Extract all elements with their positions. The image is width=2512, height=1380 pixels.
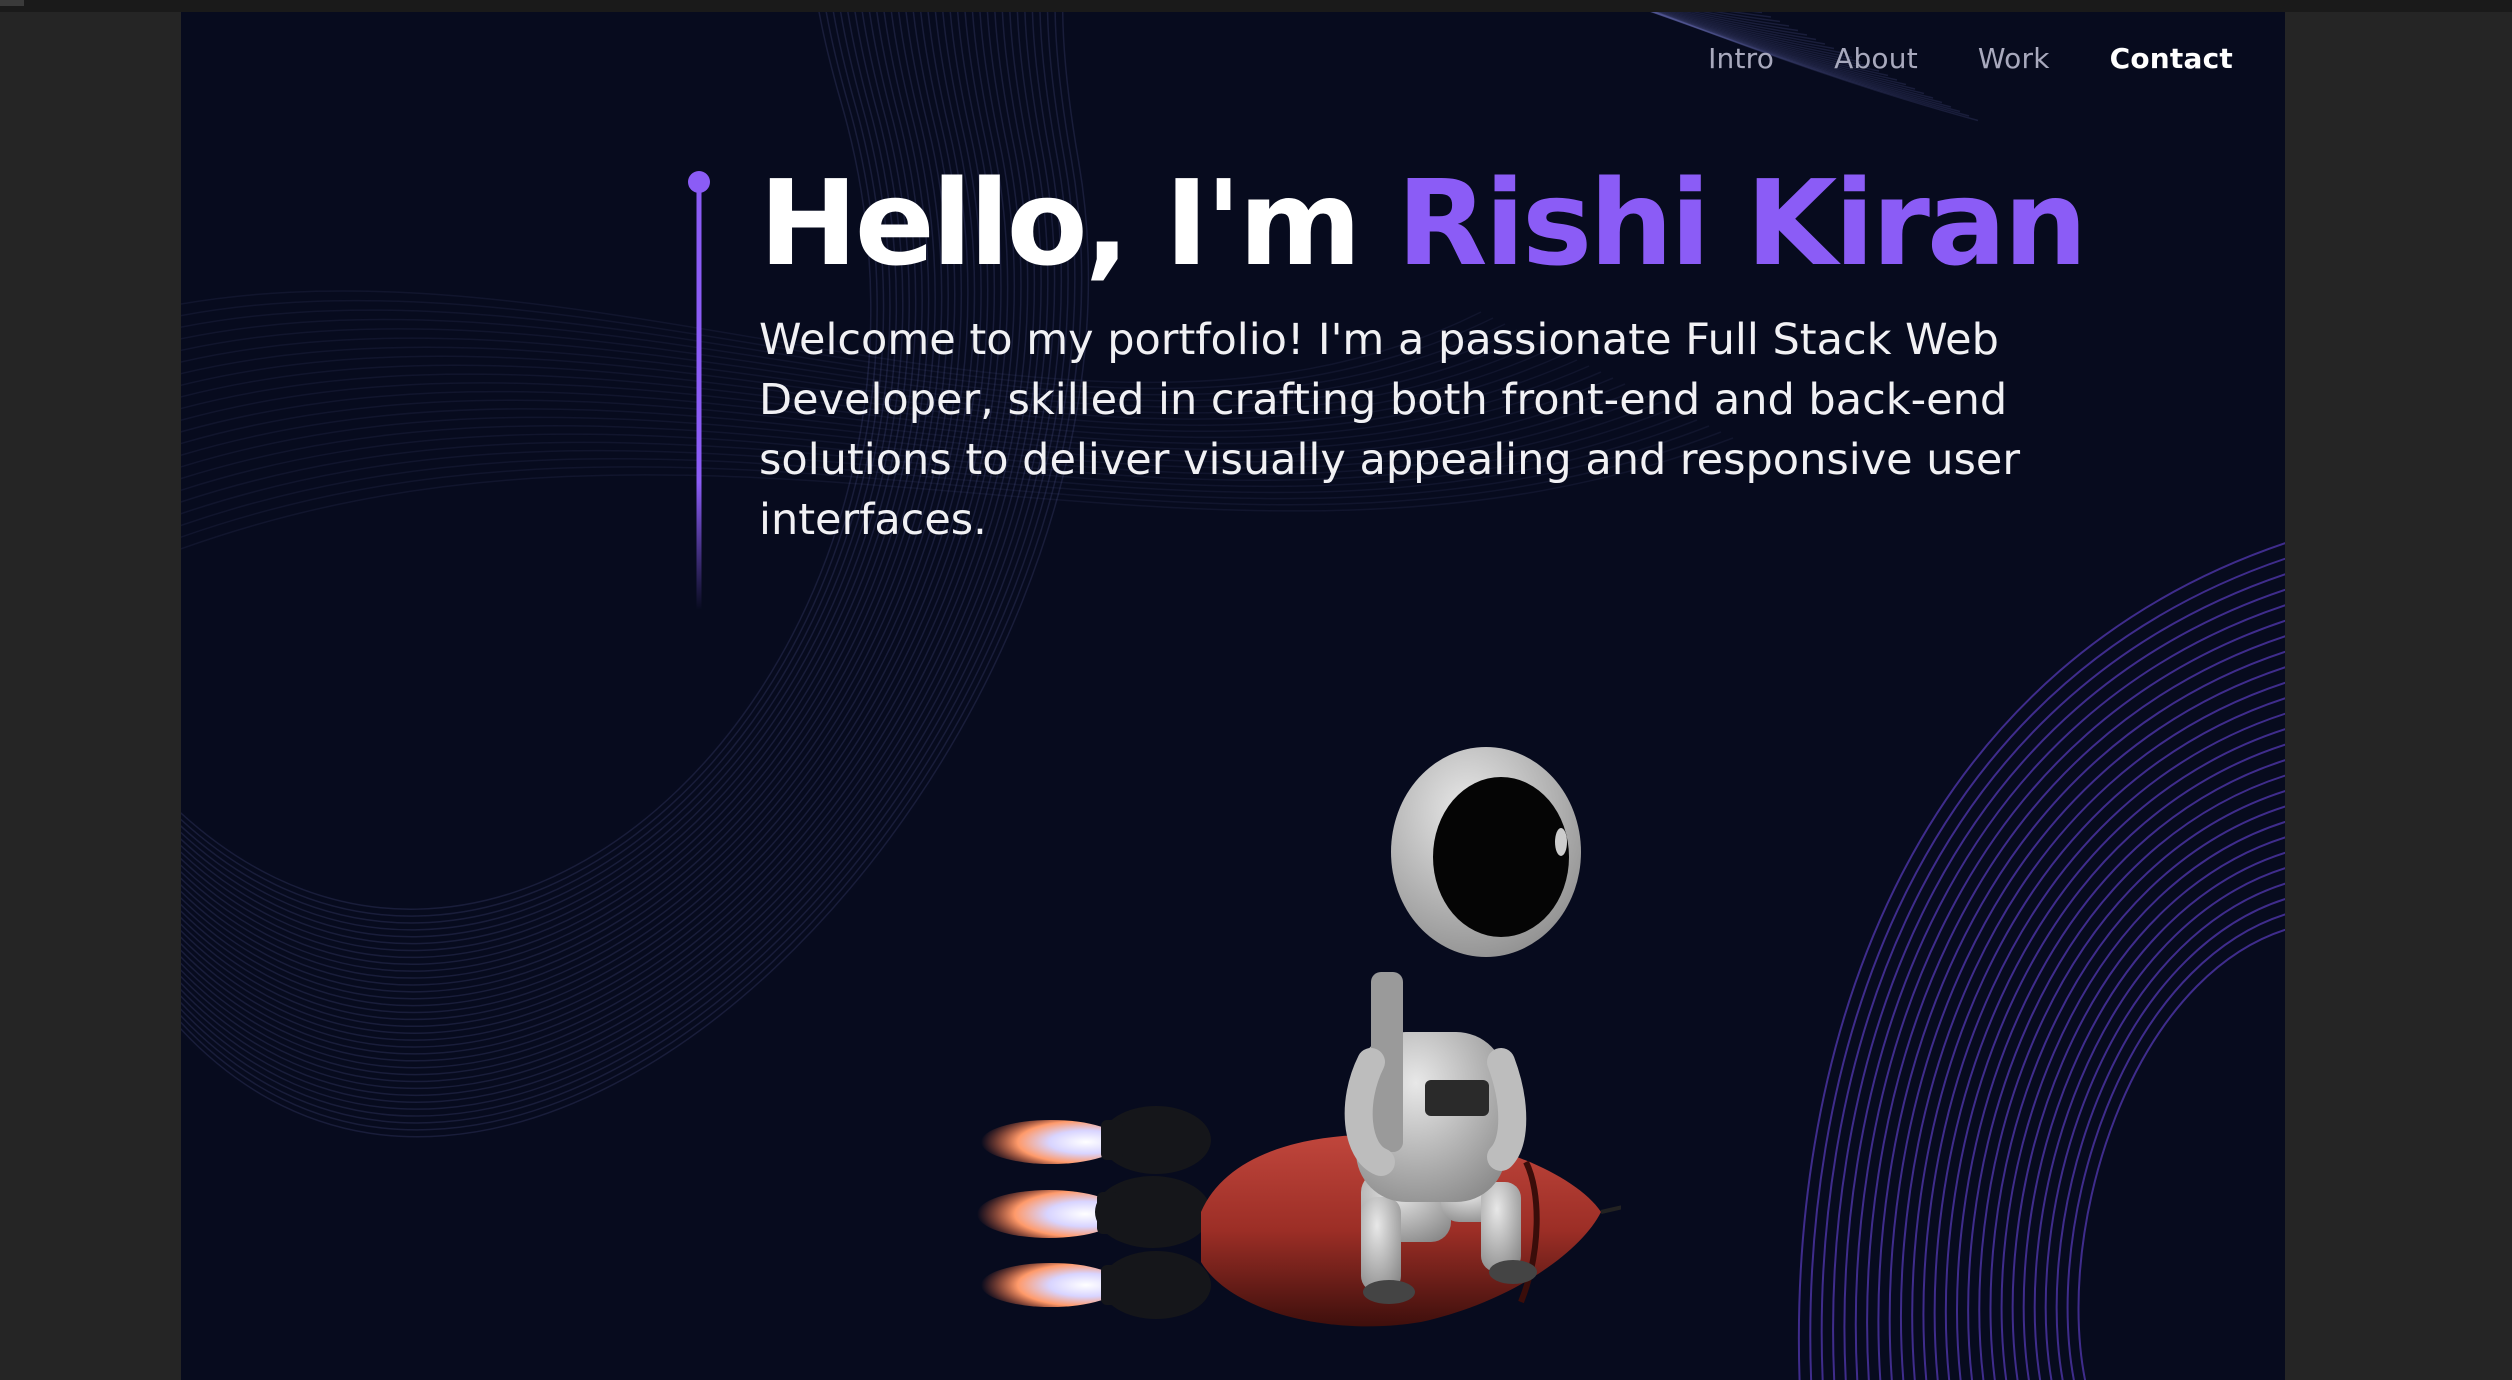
hero-greeting: Hello, I'm (759, 154, 1362, 292)
hero-name: Rishi Kiran (1396, 154, 2088, 292)
nav-intro-link[interactable]: Intro (1708, 42, 1774, 75)
hero-title: Hello, I'm Rishi Kiran (759, 161, 2159, 286)
nav-contact-link[interactable]: Contact (2110, 42, 2233, 75)
nav-about-link[interactable]: About (1834, 42, 1918, 75)
portfolio-page: Intro About Work Contact Hello, I'm Rish… (181, 12, 2285, 1380)
accent-timeline-bar (688, 171, 710, 610)
nav-work-link[interactable]: Work (1978, 42, 2050, 75)
hero-section: Hello, I'm Rishi Kiran Welcome to my por… (759, 161, 2159, 550)
rocket-boosters (1095, 1106, 1211, 1319)
main-nav: Intro About Work Contact (1708, 42, 2233, 75)
astronaut-rocket-illustration (977, 747, 1621, 1327)
hero-intro-text: Welcome to my portfolio! I'm a passionat… (759, 314, 2021, 545)
window-top-strip (0, 0, 2512, 12)
